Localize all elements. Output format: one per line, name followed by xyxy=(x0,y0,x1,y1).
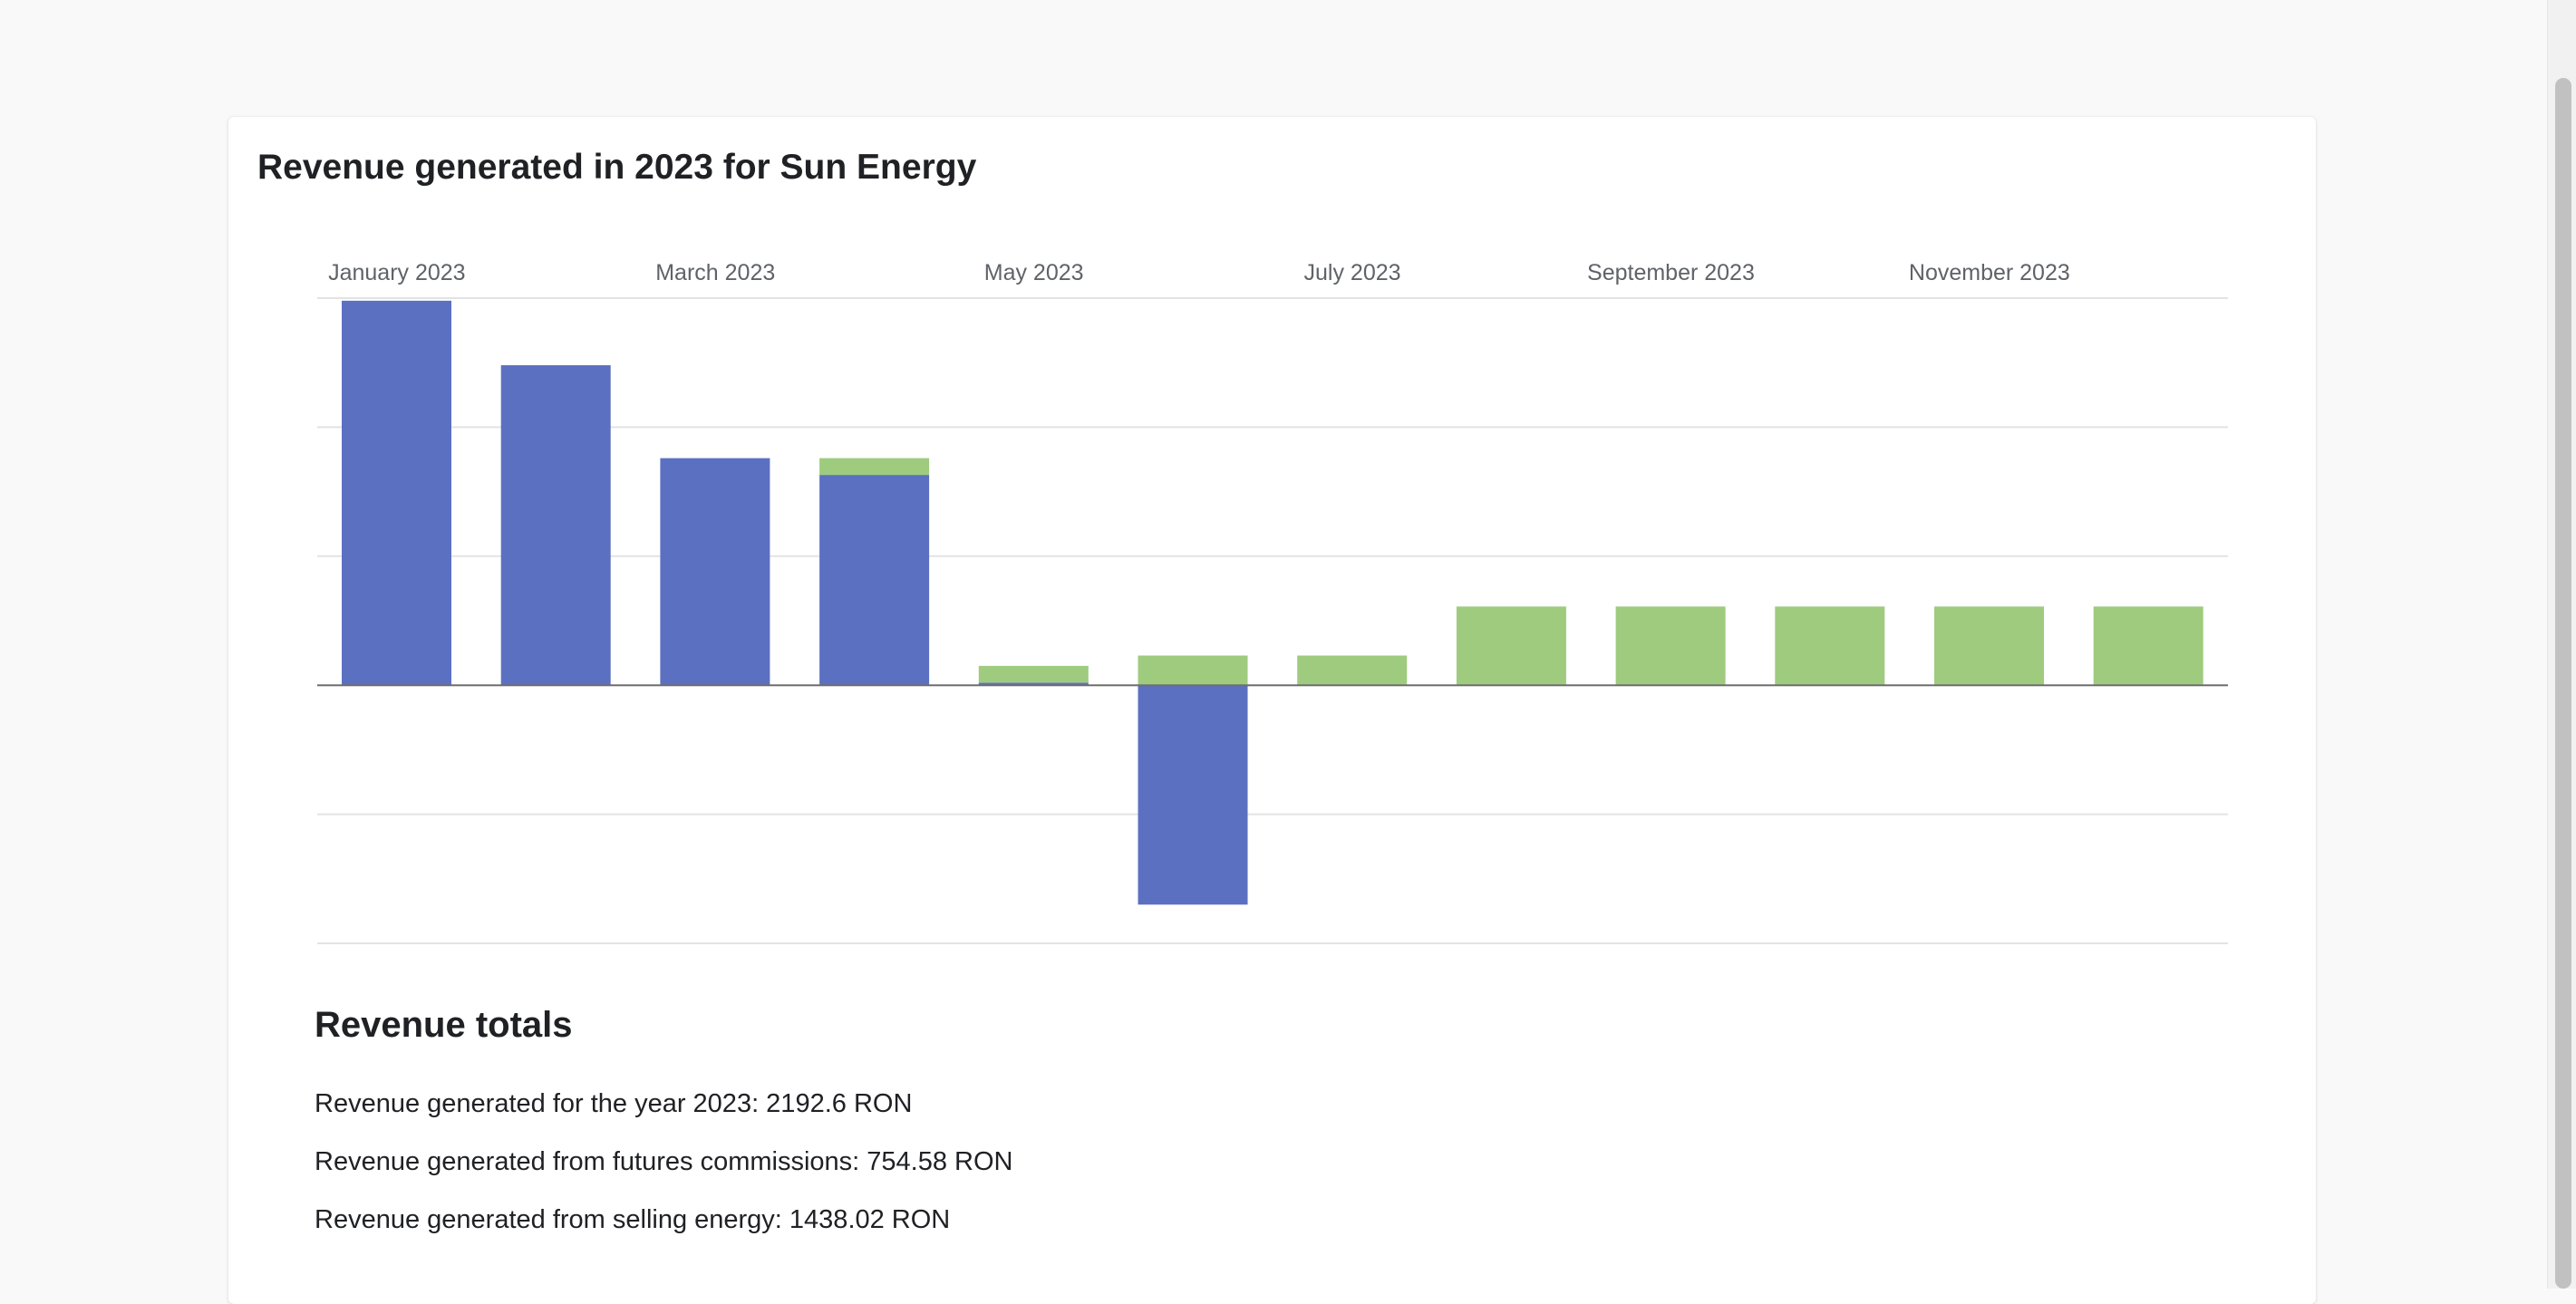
total-selling-revenue: Revenue generated from selling energy: 1… xyxy=(315,1205,951,1234)
bar-series-1[interactable] xyxy=(1138,685,1248,905)
bar-series-1[interactable] xyxy=(500,365,611,686)
bar-series-2[interactable] xyxy=(978,665,1089,683)
page-scrollbar-thumb[interactable] xyxy=(2555,78,2571,1289)
month-tick-label: July 2023 xyxy=(1304,260,1401,285)
bar-series-2[interactable] xyxy=(1297,655,1408,686)
bar-series-2[interactable] xyxy=(1456,606,1566,686)
total-futures-revenue: Revenue generated from futures commissio… xyxy=(315,1147,1013,1176)
chart-month-labels: January 2023 March 2023 May 2023 July 2023 S… xyxy=(328,260,2070,285)
month-tick-label: November 2023 xyxy=(1909,260,2070,285)
bar-series-2[interactable] xyxy=(819,458,930,476)
bar-series-1[interactable] xyxy=(819,475,930,686)
bar-series-2[interactable] xyxy=(2093,606,2203,686)
month-tick-label: March 2023 xyxy=(655,260,775,285)
revenue-totals-heading: Revenue totals xyxy=(315,1005,573,1045)
bar-series-2[interactable] xyxy=(1934,606,2044,686)
month-tick-label: May 2023 xyxy=(984,260,1084,285)
bar-series-2[interactable] xyxy=(1615,606,1726,686)
bar-series-1[interactable] xyxy=(342,300,451,686)
bar-series-1[interactable] xyxy=(660,458,770,686)
month-tick-label: September 2023 xyxy=(1587,260,1755,285)
total-year-revenue: Revenue generated for the year 2023: 219… xyxy=(315,1089,913,1118)
month-tick-label: January 2023 xyxy=(328,260,466,285)
bar-series-2[interactable] xyxy=(1775,606,1885,686)
bar-series-2[interactable] xyxy=(1138,655,1248,686)
